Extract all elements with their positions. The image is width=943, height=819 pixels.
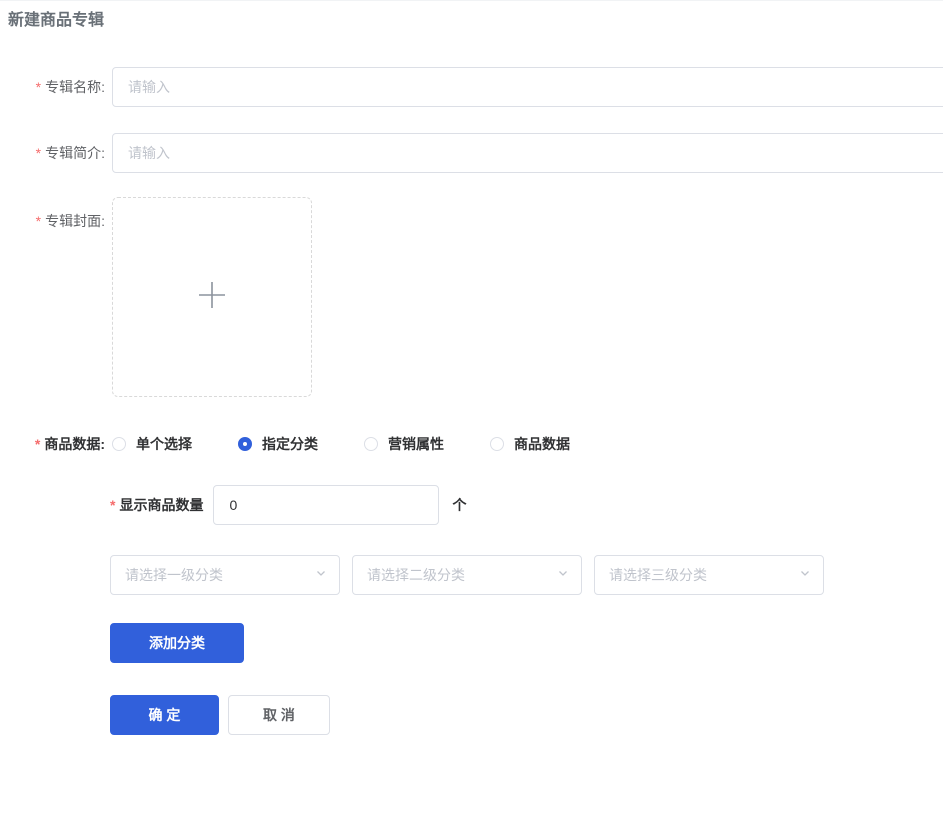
album-intro-label: * 专辑简介: [35,145,105,161]
required-asterisk: * [35,145,42,161]
radio-option-marketing-attribute[interactable]: 营销属性 [364,434,444,454]
required-asterisk: * [35,213,42,229]
required-asterisk: * [35,79,42,95]
album-cover-label: * 专辑封面: [35,213,105,229]
cover-upload-box[interactable] [112,197,312,397]
display-count-row: *显示商品数量 个 [110,485,943,525]
radio-icon [112,437,126,451]
radio-icon [364,437,378,451]
radio-option-product-data[interactable]: 商品数据 [490,434,570,454]
page-title: 新建商品专辑 [8,12,105,29]
display-count-input[interactable] [213,485,440,525]
category-selects-row: 请选择一级分类 请选择二级分类 请选择三级分类 [110,555,943,595]
add-category-row: 添加分类 [110,623,943,663]
select-placeholder: 请选择一级分类 [125,567,223,583]
level2-category-select[interactable]: 请选择二级分类 [352,555,582,595]
add-category-button[interactable]: 添加分类 [110,623,244,663]
cancel-button[interactable]: 取 消 [228,695,330,735]
chevron-down-icon [557,566,569,584]
album-name-row: * 专辑名称: [0,67,943,107]
radio-option-single-select[interactable]: 单个选择 [112,434,192,454]
album-intro-row: * 专辑简介: [0,133,943,173]
album-name-label: * 专辑名称: [35,79,105,95]
radio-option-label: 单个选择 [136,436,192,452]
album-cover-row: * 专辑封面: [0,197,943,397]
radio-icon [238,437,252,451]
form-actions-row: 确 定 取 消 [110,695,943,735]
required-asterisk: * [110,497,116,513]
product-data-label: * 商品数据: [34,436,105,452]
radio-option-label: 营销属性 [388,436,444,452]
product-data-row: * 商品数据: 单个选择 指定分类 营销属性 商品数据 [0,434,943,454]
album-intro-input[interactable] [112,133,943,173]
category-config-section: *显示商品数量 个 请选择一级分类 请选择二级分类 请选择三级分类 添加分类 [110,485,943,735]
plus-icon [197,280,227,315]
count-unit-label: 个 [452,497,467,513]
radio-option-specified-category[interactable]: 指定分类 [238,434,318,454]
select-placeholder: 请选择二级分类 [367,567,465,583]
level1-category-select[interactable]: 请选择一级分类 [110,555,340,595]
display-count-label: * 显示商品数量 [110,497,204,513]
required-asterisk: * [34,436,41,452]
confirm-button[interactable]: 确 定 [110,695,219,735]
radio-option-label: 指定分类 [262,436,318,452]
radio-icon [490,437,504,451]
level3-category-select[interactable]: 请选择三级分类 [594,555,824,595]
product-data-radio-group: 单个选择 指定分类 营销属性 商品数据 [112,434,570,454]
album-name-input[interactable] [112,67,943,107]
chevron-down-icon [799,566,811,584]
select-placeholder: 请选择三级分类 [609,567,707,583]
chevron-down-icon [315,566,327,584]
radio-option-label: 商品数据 [514,436,570,452]
